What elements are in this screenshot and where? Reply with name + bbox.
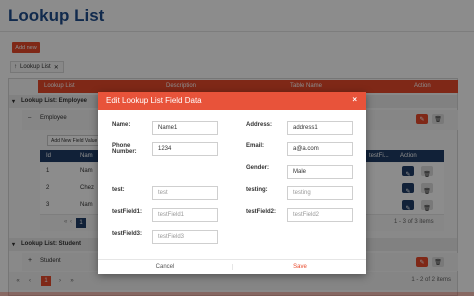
testfield3-field[interactable]: testField3 xyxy=(152,230,218,244)
testfield3-label: testField3: xyxy=(112,231,143,237)
gender-label: Gender: xyxy=(246,165,270,171)
name-field[interactable]: Name1 xyxy=(152,121,218,135)
close-icon[interactable]: × xyxy=(352,95,357,104)
edit-dialog: Edit Lookup List Field Data × Name: Name… xyxy=(98,92,366,274)
dialog-header: Edit Lookup List Field Data × xyxy=(98,92,366,110)
test-label: test: xyxy=(112,187,125,193)
name-label: Name: xyxy=(112,122,131,128)
dialog-title: Edit Lookup List Field Data xyxy=(106,96,202,105)
phone-number-field[interactable]: 1234 xyxy=(152,142,218,156)
address-field[interactable]: address1 xyxy=(287,121,353,135)
email-label: Email: xyxy=(246,143,265,149)
testing-field[interactable]: testing xyxy=(287,186,353,200)
test-field[interactable]: test xyxy=(152,186,218,200)
testfield1-label: testField1: xyxy=(112,209,143,215)
testing-label: testing: xyxy=(246,187,268,193)
gender-field[interactable]: Male xyxy=(287,165,353,179)
save-button[interactable]: Save xyxy=(232,264,367,270)
address-label: Address: xyxy=(246,122,273,128)
phone-number-label: Phone Number: xyxy=(112,143,137,155)
email-field[interactable]: a@a.com xyxy=(287,142,353,156)
testfield2-label: testField2: xyxy=(246,209,277,215)
cancel-button[interactable]: Cancel xyxy=(98,264,232,270)
testfield1-field[interactable]: testField1 xyxy=(152,208,218,222)
testfield2-field[interactable]: testField2 xyxy=(287,208,353,222)
dialog-footer: Cancel Save xyxy=(98,259,366,275)
